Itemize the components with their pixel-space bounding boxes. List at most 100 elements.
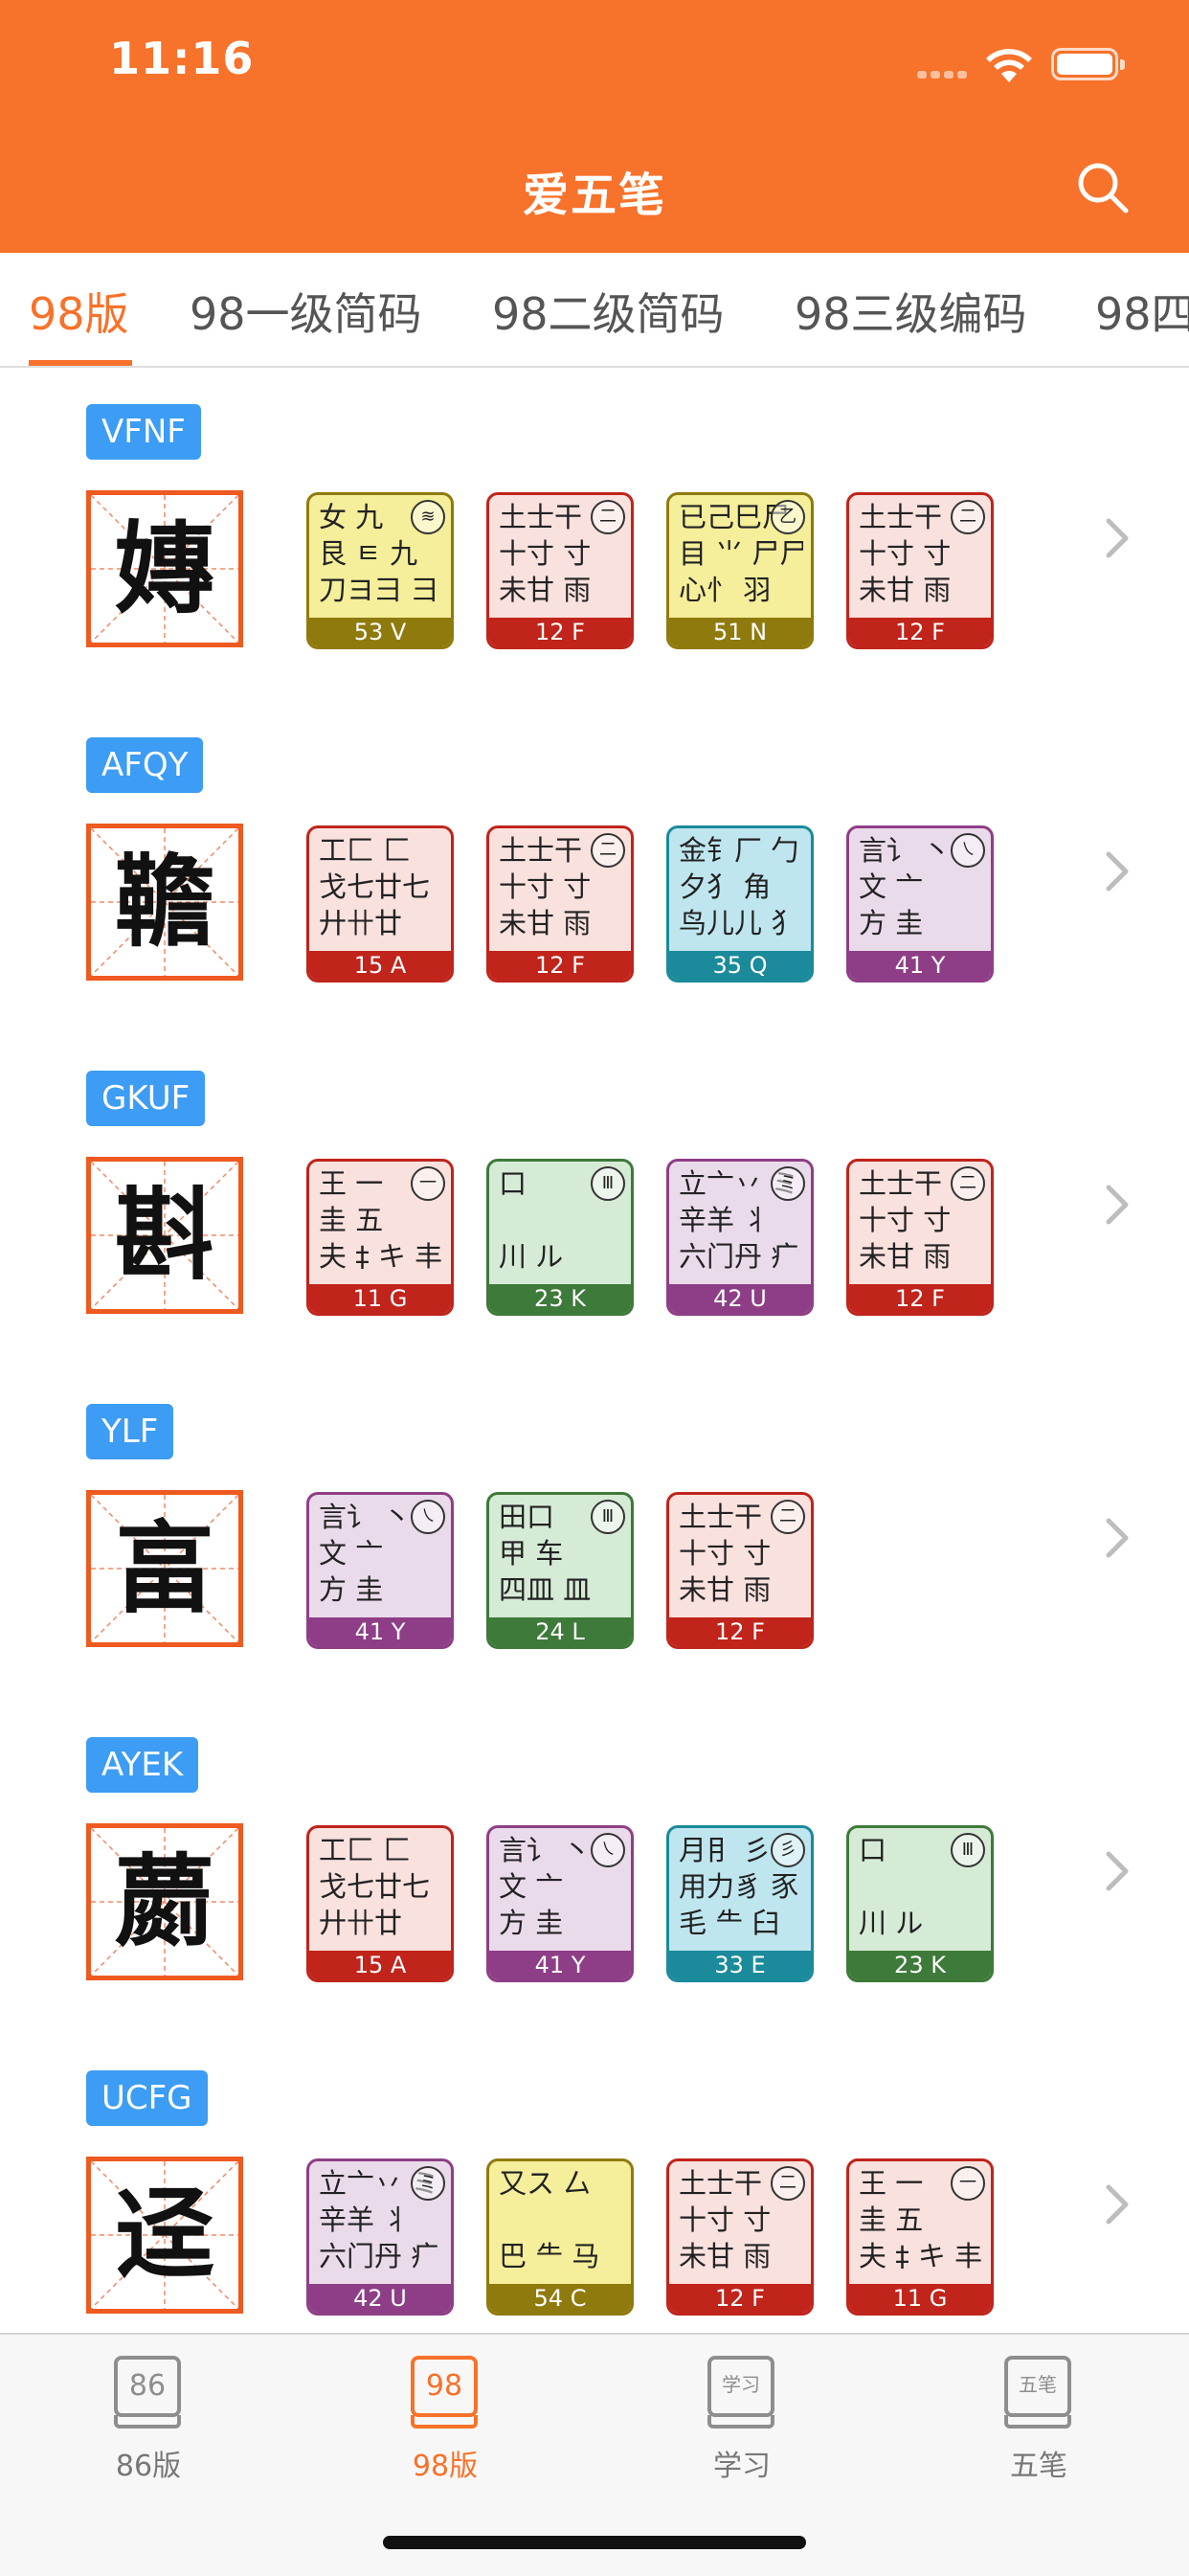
wubi-code-badge: UCFG [86, 2070, 208, 2126]
key-root-card: 土士干 十寸 寸未甘 雨二 12 F [846, 1159, 994, 1316]
key-root-card: 土士干 十寸 寸未甘 雨二 12 F [666, 2158, 814, 2316]
tab-98-version[interactable]: 98版 [29, 280, 129, 343]
key-root-line: 十寸 寸 [859, 1204, 952, 1236]
key-root-card: 工匚 匚戈七廿七 廾卄廿 15 A [306, 1825, 454, 1982]
key-root-card: 土士干 十寸 寸未甘 雨二 12 F [486, 492, 634, 649]
key-root-line: 十寸 寸 [859, 537, 952, 570]
book-98-icon: 98 [407, 2356, 483, 2436]
stroke-circle-icon: 乙 [771, 500, 805, 534]
page-title: 爱五笔 [522, 169, 666, 222]
key-root-line: 辛羊 丬 [679, 1204, 772, 1236]
category-tabs: 98版 98一级简码 98二级简码 98三级编码 98四级编码 [0, 253, 1189, 368]
stroke-circle-icon: 二 [951, 500, 985, 534]
bottom-tab-wubi[interactable]: 五笔 五笔 [967, 2356, 1110, 2484]
stroke-circle-icon: Ⅲ [591, 1500, 625, 1534]
key-root-line: 六门丹 疒 [679, 1240, 799, 1273]
bottom-tab-86[interactable]: 86 86版 [77, 2356, 220, 2484]
wubi-code-badge: YLF [86, 1404, 174, 1459]
stroke-circle-icon: ≋ [411, 500, 445, 534]
key-root-line: 方 圭 [319, 1573, 384, 1606]
stroke-circle-icon: ミ [771, 1166, 805, 1201]
book-86-icon: 86 [110, 2356, 187, 2436]
key-root-line: 戈七廿七 [319, 1870, 431, 1903]
wubi-code-badge: GKUF [86, 1071, 206, 1126]
key-root-line: 毛 ⺧ 臼 [679, 1907, 780, 1939]
key-code-label: 42 U [309, 2284, 451, 2313]
stroke-circle-icon: 二 [591, 500, 625, 534]
key-code-label: 24 L [489, 1617, 631, 1646]
key-root-line: 甲 车 [499, 1537, 564, 1570]
key-code-label: 54 C [489, 2284, 631, 2313]
stroke-circle-icon: ㇏ [951, 833, 985, 868]
key-root-line: 夫 ‡ キ 丰 [319, 1240, 443, 1273]
key-code-label: 12 F [849, 1284, 991, 1313]
key-code-label: 51 N [669, 618, 811, 646]
key-root-line: 刀ヨ彐 彐 [319, 574, 439, 606]
character-list: VFNF 嫥女 九艮 ㅌ 九刀ヨ彐 彐 ≋ 53 V 土士干 十寸 寸未甘 雨二 12 F已… [0, 368, 1189, 2333]
wubi-code-badge: AFQY [86, 737, 204, 793]
key-code-label: 12 F [849, 618, 991, 646]
battery-icon [1051, 48, 1125, 80]
chevron-right-icon [1103, 1184, 1132, 1230]
key-root-line: 廾卄廿 [319, 907, 403, 939]
key-root-line: 十寸 寸 [679, 1537, 772, 1570]
key-code-label: 35 Q [669, 951, 811, 980]
key-code-label: 23 K [489, 1284, 631, 1313]
key-root-line: 戈七廿七 [319, 870, 431, 903]
list-item[interactable]: UCFG 迳立亠丷 ミ辛羊 丬六门丹 疒ミ 42 U 又ス 厶巴 ⺧ 马 54 C 土士干… [0, 2034, 1189, 2333]
key-root-card: 土士干 十寸 寸未甘 雨二 12 F [846, 492, 994, 649]
wubi-code-badge: AYEK [86, 1737, 199, 1793]
key-root-card: 田口甲 车四皿 皿 Ⅲ 24 L [486, 1492, 634, 1649]
key-code-label: 53 V [309, 618, 451, 646]
key-root-line: 未甘 雨 [859, 1240, 952, 1273]
home-indicator [383, 2536, 806, 2549]
stroke-circle-icon: 二 [591, 833, 625, 868]
list-item[interactable]: AFQY 韂工匚 匚戈七廿七 廾卄廿 15 A 土士干 十寸 寸未甘 雨二 12 F 金钅厂 … [0, 701, 1189, 1036]
key-code-label: 33 E [669, 1951, 811, 1979]
wifi-icon [986, 49, 1032, 82]
active-tab-indicator [29, 360, 132, 366]
key-root-line: 未甘 雨 [499, 907, 592, 939]
key-root-line: 十寸 寸 [499, 537, 592, 570]
list-item[interactable]: GKUF 斟王 一圭 五夫 ‡ キ 丰一 11 G口川 ル Ⅲ 23 K 立亠丷 ミ辛羊 … [0, 1034, 1189, 1369]
key-code-label: 12 F [489, 951, 631, 980]
key-root-line: 十寸 寸 [499, 870, 592, 903]
stroke-circle-icon: Ⅲ [951, 1833, 985, 1867]
bottom-tab-98[interactable]: 98 98版 [373, 2356, 517, 2484]
key-root-card: 土士干 十寸 寸未甘 雨二 12 F [666, 1492, 814, 1649]
list-item[interactable]: AYEK 蘮工匚 匚戈七廿七 廾卄廿 15 A 言讠 丶文 亠方 圭㇏ 41 Y 月⺝ 彡用… [0, 1701, 1189, 2036]
list-item[interactable]: VFNF 嫥女 九艮 ㅌ 九刀ヨ彐 彐 ≋ 53 V 土士干 十寸 寸未甘 雨二 12 F已… [0, 368, 1189, 703]
stroke-circle-icon: 一 [951, 2166, 985, 2201]
key-root-line: 圭 五 [859, 2203, 924, 2236]
key-code-label: 41 Y [309, 1617, 451, 1646]
book-wubi-icon: 五笔 [1000, 2356, 1077, 2436]
tab-98-level3[interactable]: 98三级编码 [795, 280, 1027, 343]
key-code-label: 41 Y [489, 1951, 631, 1979]
key-root-card: 王 一圭 五夫 ‡ キ 丰一 11 G [846, 2158, 994, 2316]
chevron-right-icon [1103, 1850, 1132, 1896]
stroke-circle-icon: Ⅲ [591, 1166, 625, 1201]
navigation-header: 11:16 爱五笔 [0, 0, 1189, 253]
key-root-line: 夫 ‡ キ 丰 [859, 2240, 983, 2272]
tab-98-level1[interactable]: 98一级简码 [190, 280, 422, 343]
list-item[interactable]: YLF 畗言讠 丶文 亠方 圭㇏ 41 Y 田口甲 车四皿 皿 Ⅲ 24 L 土士干 十寸 寸… [0, 1367, 1189, 1703]
key-root-line: 川 ル [859, 1907, 924, 1939]
key-root-card: 金钅厂 勹夕犭 角鸟儿儿 犭 35 Q [666, 825, 814, 983]
status-time: 11:16 [109, 33, 255, 84]
chevron-right-icon [1103, 1517, 1132, 1563]
key-root-card: 立亠丷 ミ辛羊 丬六门丹 疒ミ 42 U [306, 2158, 454, 2316]
tab-98-level2[interactable]: 98二级简码 [492, 280, 725, 343]
bottom-tab-learn[interactable]: 学习 学习 [670, 2356, 814, 2484]
key-root-line: 文 亠 [859, 870, 924, 903]
character-grid: 蘮 [86, 1823, 243, 1980]
bottom-tab-label: 学习 [713, 2450, 771, 2483]
key-root-line: 文 亠 [499, 1870, 564, 1903]
key-code-label: 12 F [669, 2284, 811, 2313]
search-icon[interactable] [1074, 159, 1132, 216]
key-root-line: 未甘 雨 [679, 2240, 772, 2272]
wubi-code-badge: VFNF [86, 404, 201, 460]
character-grid: 迳 [86, 2157, 243, 2314]
tab-98-level4[interactable]: 98四级编码 [1095, 280, 1189, 343]
stroke-circle-icon: ミ [411, 2166, 445, 2201]
key-root-line: 文 亠 [319, 1537, 384, 1570]
